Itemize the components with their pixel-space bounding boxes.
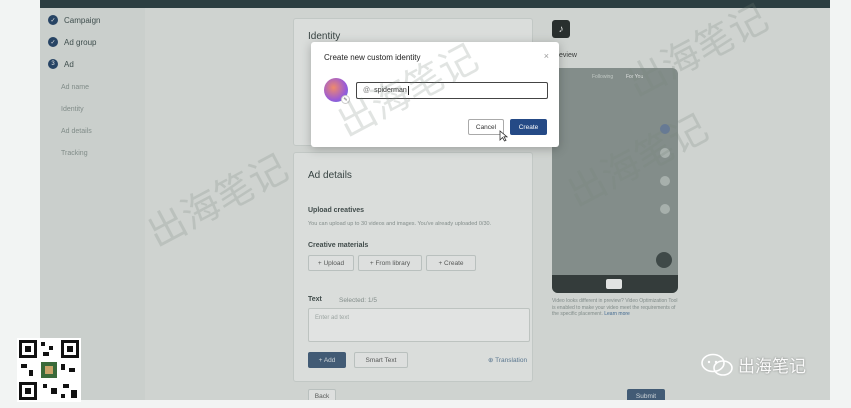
cursor-icon [499, 130, 508, 142]
identity-name-value: spiderman [374, 87, 407, 94]
wechat-icon [701, 353, 733, 376]
edit-icon[interactable]: ✎ [341, 95, 350, 104]
create-button[interactable]: Create [510, 119, 547, 135]
screenshot-frame: ✓ Campaign ✓ Ad group 3 Ad Ad name Ident… [0, 0, 851, 408]
identity-name-input[interactable]: @ spiderman [356, 82, 548, 99]
create-identity-modal: Create new custom identity × ✎ @ spiderm… [311, 42, 559, 147]
modal-title: Create new custom identity [324, 53, 421, 62]
at-prefix: @ [363, 87, 371, 94]
avatar[interactable]: ✎ [324, 78, 350, 104]
wechat-brand: 出海笔记 [700, 352, 806, 377]
text-caret [407, 86, 409, 95]
close-icon[interactable]: × [544, 51, 549, 61]
brand-name: 出海笔记 [738, 357, 806, 377]
qr-code [17, 338, 81, 402]
